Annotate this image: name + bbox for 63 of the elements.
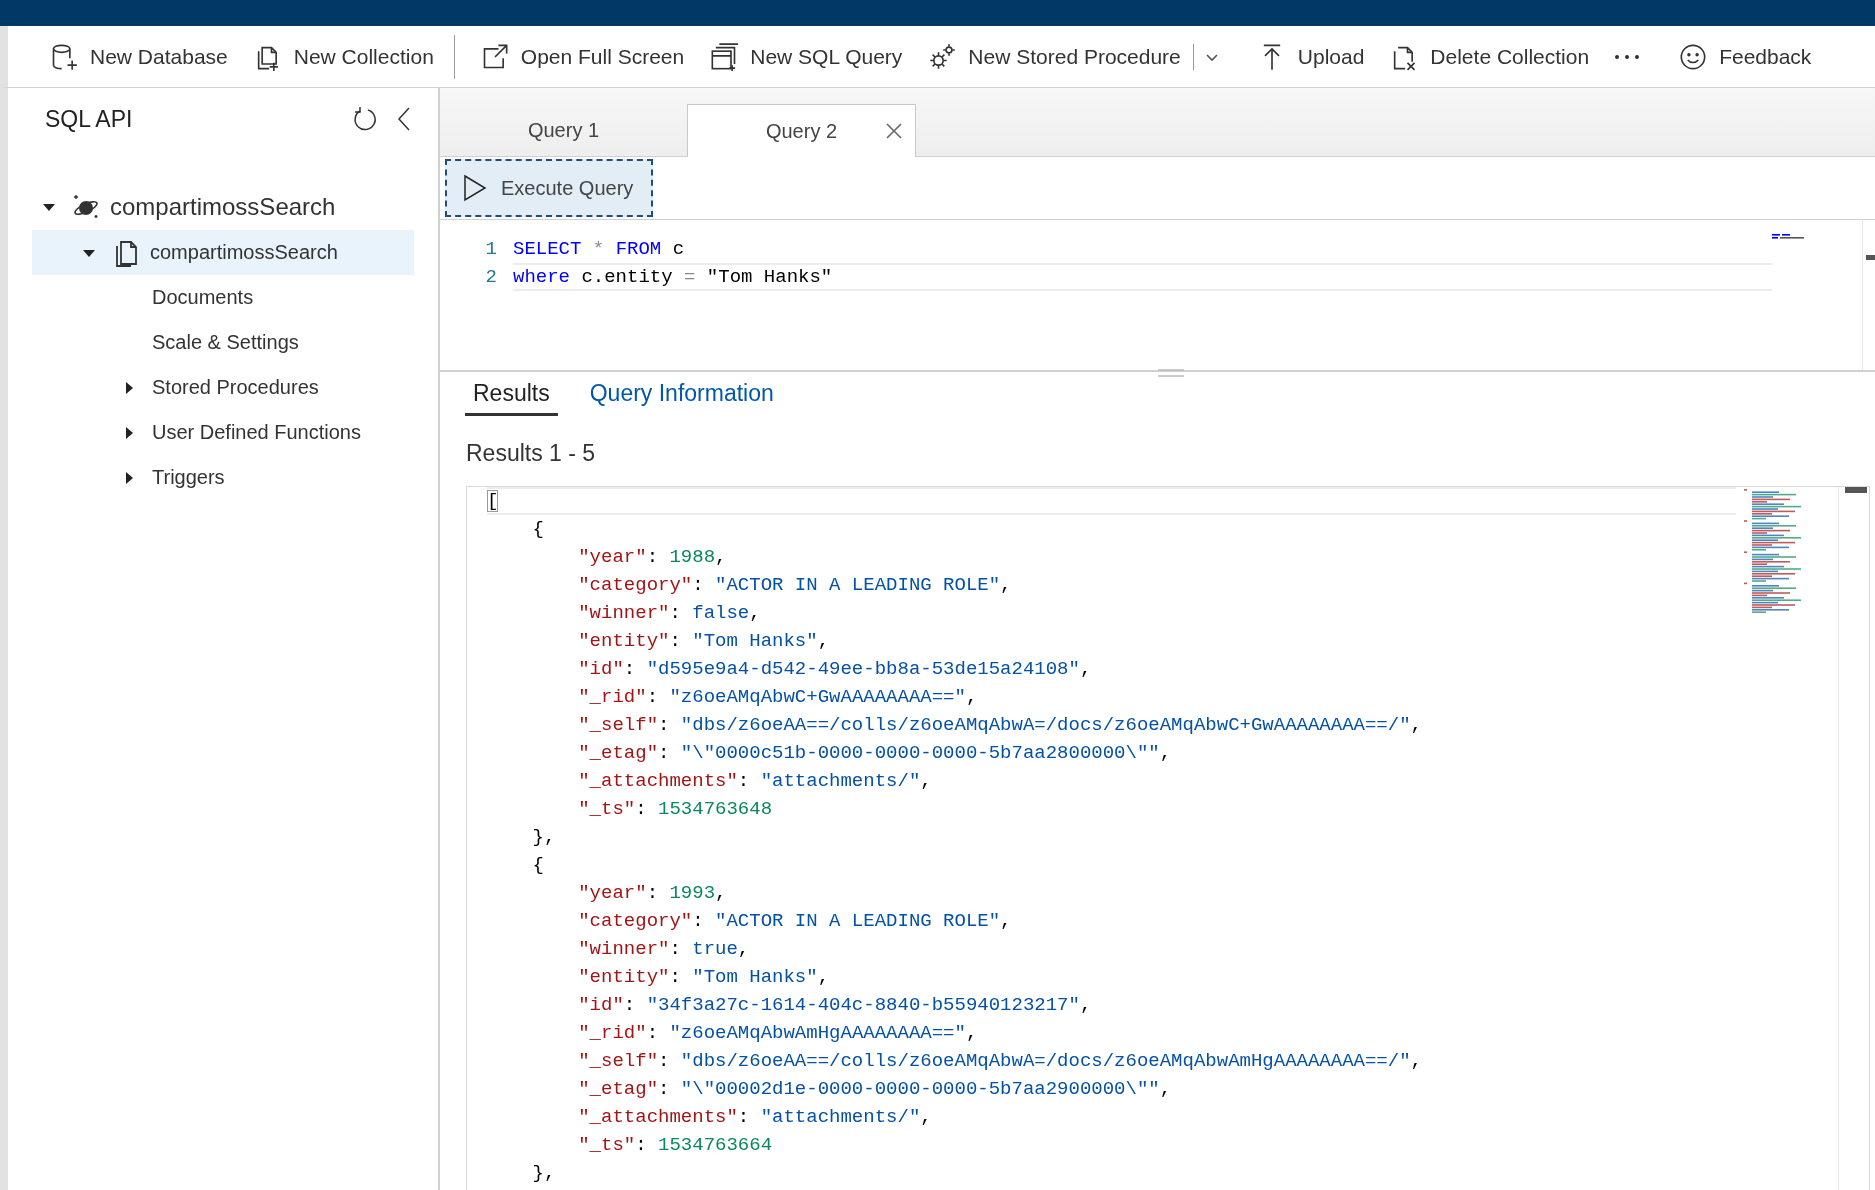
code-line: "_self": "dbs/z6oeAA==/colls/z6oeAMqAbwA=/docs/z6oeAMqAbwC+GwAAAAAAAA==/", — [577, 713, 1423, 738]
splitter-handle[interactable] — [1157, 368, 1184, 378]
window-stack-icon — [710, 42, 739, 71]
toolbar-button[interactable]: New Database — [42, 36, 236, 77]
code-line: "id": "d595e9a4-d542-49ee-bb8a-53de15a24108", — [577, 657, 1093, 682]
code-line: "category": "ACTOR IN A LEADING ROLE", — [577, 573, 1013, 598]
code-line: "year": 1988, — [577, 545, 728, 570]
code-line: "_attachments": "attachments/", — [577, 769, 933, 794]
results-tab[interactable]: Results — [465, 380, 558, 416]
toolbar-button[interactable]: Open Full Screen — [472, 36, 693, 77]
code-line: "category": "ACTOR IN A LEADING ROLE", — [577, 909, 1013, 934]
code-line: "_etag": "\"00002d1e-0000-0000-0000-5b7aa2900000\"", — [577, 1077, 1173, 1102]
code-line: { — [531, 517, 545, 542]
code-line: "_attachments": "attachments/", — [577, 1105, 933, 1130]
toolbar-button[interactable]: Feedback — [1671, 36, 1820, 77]
tree-item[interactable]: Stored Procedures — [32, 365, 414, 410]
tree-item[interactable]: Documents — [32, 275, 414, 320]
code-line: SELECT * FROM c — [513, 237, 686, 262]
minimap-drawing — [1772, 232, 1804, 239]
code-line: }, — [531, 1161, 557, 1186]
scrollbar-thumb[interactable] — [1866, 255, 1875, 260]
refresh-icon[interactable] — [352, 106, 378, 132]
code-line: "winner": true, — [577, 937, 751, 962]
code-line: "_rid": "z6oeAMqAbwC+GwAAAAAAAA==", — [577, 685, 979, 710]
smiley-icon — [1679, 42, 1708, 71]
code-line: "_self": "dbs/z6oeAA==/colls/z6oeAMqAbwA=/docs/z6oeAMqAbwAmHgAAAAAAAA==/", — [577, 1049, 1423, 1074]
code-line: where c.entity = "Tom Hanks" — [513, 263, 1772, 291]
code-line: }, — [531, 825, 557, 850]
toolbar-button[interactable]: Delete Collection — [1382, 36, 1598, 77]
code-line: "winner": false, — [577, 601, 762, 626]
code-line: "_etag": "\"0000c51b-0000-0000-0000-5b7aa2800000\"", — [577, 741, 1173, 766]
close-icon[interactable] — [885, 122, 903, 140]
toolbar-button[interactable]: New SQL Query — [702, 36, 911, 77]
tree-item[interactable]: Scale & Settings — [32, 320, 414, 365]
play-icon — [463, 174, 487, 202]
code-line: "_rid": "z6oeAMqAbwAmHgAAAAAAAA==", — [577, 1021, 979, 1046]
code-line: "year": 1993, — [577, 881, 728, 906]
results-heading: Results 1 - 5 — [466, 440, 597, 468]
planet-icon — [72, 193, 100, 221]
code-line: [ — [487, 487, 1736, 515]
sidebar-title: SQL API — [45, 105, 134, 133]
code-line: "entity": "Tom Hanks", — [577, 965, 831, 990]
line-number: 1 — [484, 238, 498, 260]
code-line: "_ts": 1534763664 — [577, 1133, 774, 1158]
tree-item[interactable]: compartimossSearch — [32, 184, 414, 230]
execute-query-button[interactable]: Execute Query — [445, 159, 653, 217]
tree-item[interactable]: Triggers — [32, 455, 414, 500]
toolbar-button[interactable]: New Collection — [245, 36, 442, 77]
line-number: 2 — [484, 266, 498, 288]
code-line: { — [531, 853, 545, 878]
toolbar-button[interactable]: Upload — [1249, 36, 1373, 77]
query-tab[interactable]: Query 1 — [440, 104, 687, 157]
results-tab[interactable]: Query Information — [581, 380, 782, 416]
code-line: "id": "34f3a27c-1614-404c-8840-b55940123217", — [577, 993, 1093, 1018]
tree-item[interactable]: User Defined Functions — [32, 410, 414, 455]
toolbar-button[interactable]: New Stored Procedure — [920, 36, 1189, 77]
query-tab[interactable]: Query 2 — [687, 104, 916, 157]
code-line: "_ts": 1534763648 — [577, 797, 774, 822]
scrollbar-thumb[interactable] — [1845, 487, 1867, 493]
tree-item[interactable]: compartimossSearch — [32, 230, 414, 275]
database-icon — [50, 42, 78, 71]
gears-icon — [928, 42, 957, 71]
code-line: "entity": "Tom Hanks", — [577, 629, 831, 654]
